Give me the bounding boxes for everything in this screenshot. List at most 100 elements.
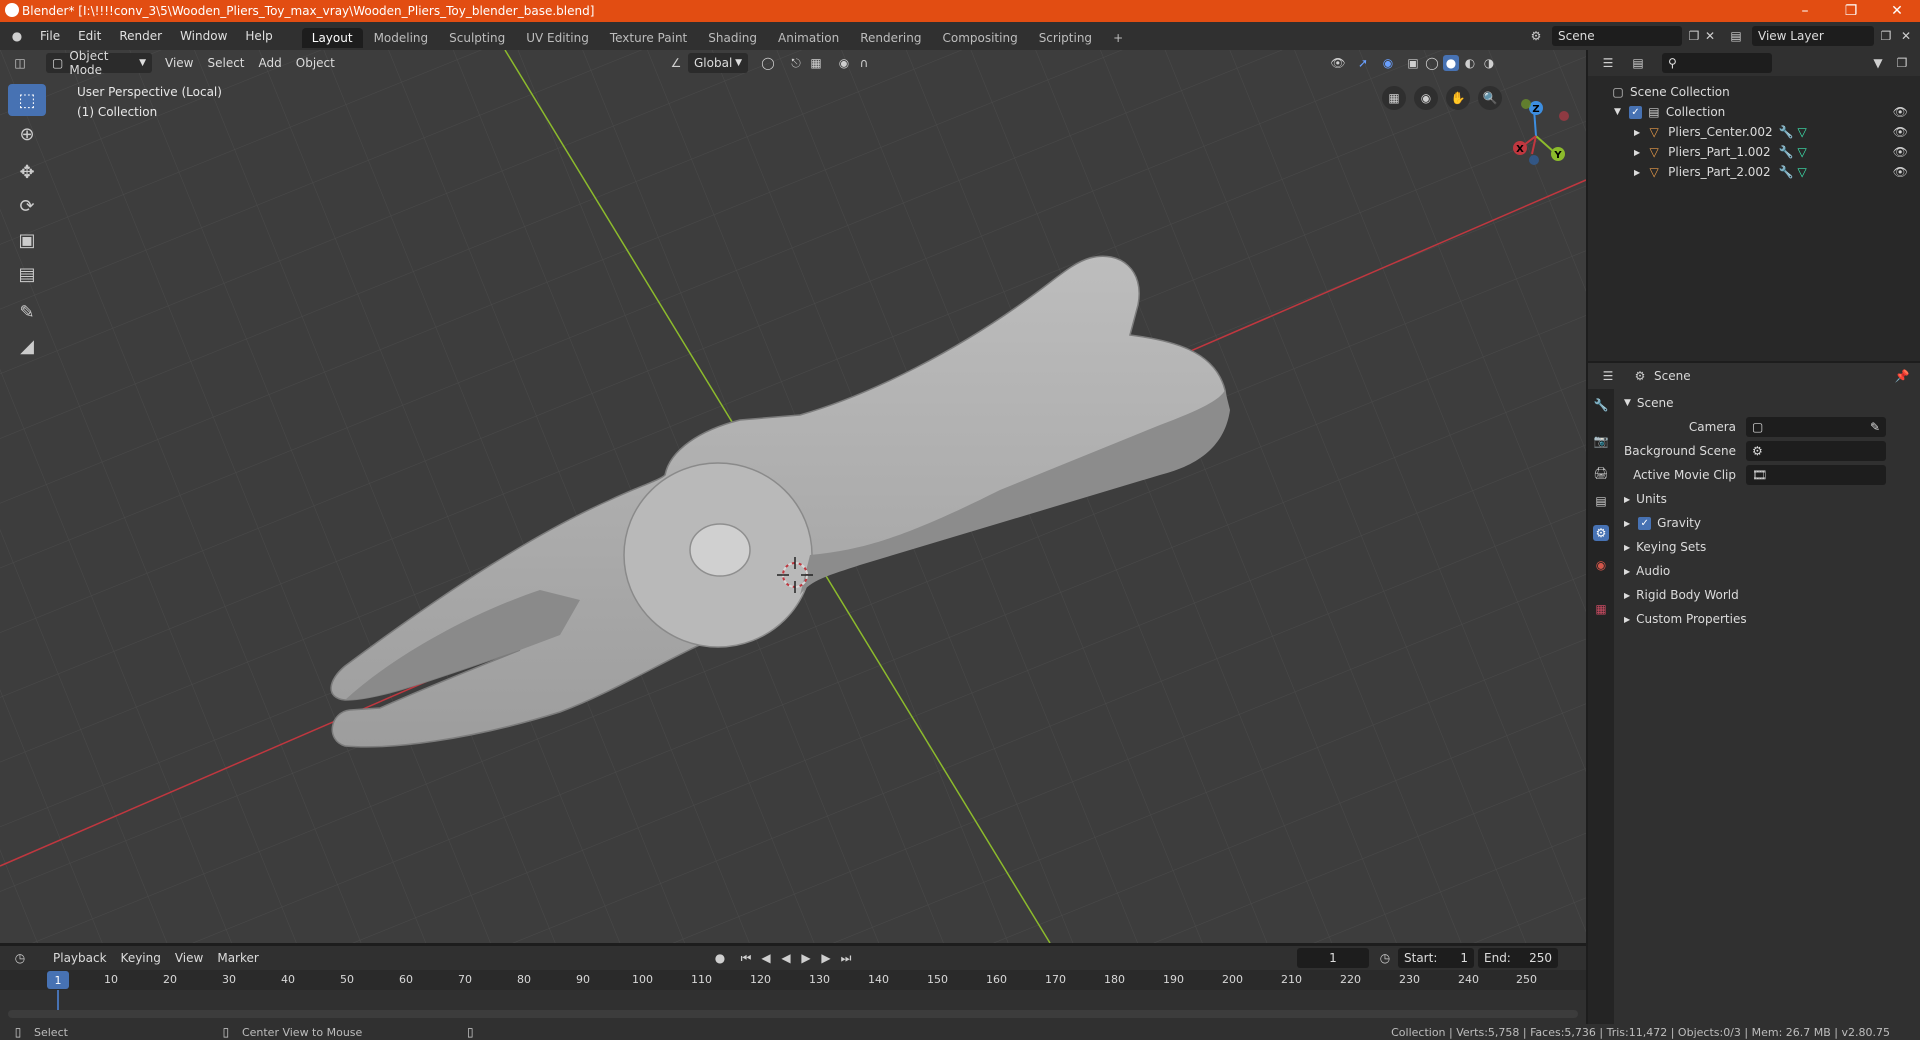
view-layer-field[interactable]: View Layer [1752,26,1874,46]
toggle-view-grid-icon[interactable]: ▦ [1382,86,1406,110]
menu-file[interactable]: File [31,29,69,43]
snap-icon[interactable]: ⎋ [788,55,804,71]
tab-animation[interactable]: Animation [768,28,849,48]
eye-icon[interactable]: 👁 [1893,125,1908,139]
menu-window[interactable]: Window [171,29,236,43]
menu-edit[interactable]: Edit [69,29,110,43]
mode-dropdown[interactable]: ▢ Object Mode ▼ [46,50,152,77]
display-mode-icon[interactable]: ▤ [1630,55,1646,71]
scene-tab-icon[interactable]: ⚙ [1593,525,1609,541]
menu-render[interactable]: Render [110,29,171,43]
filter-icon[interactable]: ▼ [1870,55,1886,71]
delete-view-layer-icon[interactable]: ✕ [1898,28,1914,44]
proportional-editing-icon[interactable]: ◉ [836,55,852,71]
tab-sculpting[interactable]: Sculpting [439,28,515,48]
select-box-tool-icon[interactable]: ⬚ [8,84,46,116]
xray-icon[interactable]: ▣ [1405,55,1421,71]
background-scene-field[interactable]: ⚙ [1746,441,1886,461]
playhead-current-frame[interactable]: 1 [47,971,69,989]
snap-target-icon[interactable]: ▦ [808,55,824,71]
overlays-icon[interactable]: ◉ [1380,55,1396,71]
new-view-layer-icon[interactable]: ❐ [1878,28,1894,44]
transform-tool-icon[interactable]: ▤ [8,258,46,290]
maximize-icon[interactable]: ❐ [1828,0,1874,22]
rigid-body-world-panel-header[interactable]: ▶ Rigid Body World [1618,583,1918,607]
add-workspace-icon[interactable]: + [1103,28,1133,48]
keying-sets-panel-header[interactable]: ▶ Keying Sets [1618,535,1918,559]
timeline-editor-icon[interactable]: ◷ [12,950,28,966]
timeline-menu-marker[interactable]: Marker [210,951,265,965]
mesh-data-icon[interactable]: ▽ [1794,164,1810,180]
timeline-scrollbar[interactable] [8,1010,1578,1018]
pivot-point-icon[interactable]: ◯ [760,55,776,71]
audio-panel-header[interactable]: ▶ Audio [1618,559,1918,583]
tree-row-scene-collection[interactable]: ▢ Scene Collection [1588,82,1920,102]
viewport-menu-select[interactable]: Select [200,56,251,70]
timeline-menu-playback[interactable]: Playback [46,951,114,965]
camera-field[interactable]: ▢ ✎ [1746,417,1886,437]
timeline-menu-view[interactable]: View [168,951,210,965]
gravity-panel-header[interactable]: ▶ ✓ Gravity [1618,511,1918,535]
menu-help[interactable]: Help [236,29,281,43]
view-layer-tab-icon[interactable]: ▤ [1593,493,1609,509]
delete-scene-icon[interactable]: ✕ [1702,28,1718,44]
output-tab-icon[interactable]: 🖨 [1593,465,1609,481]
blender-menu-icon[interactable]: ● [9,28,25,44]
pin-icon[interactable]: 📌 [1894,368,1910,384]
tree-row-collection[interactable]: ▼ ✓ ▤ Collection 👁 [1588,102,1920,122]
camera-view-icon[interactable]: ◉ [1414,86,1438,110]
gravity-checkbox[interactable]: ✓ [1638,516,1652,530]
tab-uv-editing[interactable]: UV Editing [516,28,599,48]
eyedropper-icon[interactable]: ✎ [1870,420,1880,434]
end-frame-field[interactable]: End: 250 [1478,948,1558,968]
3d-viewport[interactable]: ◫ ▢ Object Mode ▼ View Select Add Object… [0,50,1586,943]
annotate-tool-icon[interactable]: ✎ [8,296,46,328]
editor-type-icon[interactable]: ◫ [12,55,28,71]
rendered-shading-icon[interactable]: ◑ [1481,55,1497,71]
viewport-menu-add[interactable]: Add [252,56,289,70]
play-icon[interactable]: ▶ [798,950,814,966]
timeline-menu-keying[interactable]: Keying [114,951,168,965]
expand-arrow-icon[interactable]: ▼ [1614,107,1621,117]
new-collection-icon[interactable]: ❐ [1894,55,1910,71]
play-reverse-icon[interactable]: ◀ [778,950,794,966]
outliner-search-input[interactable]: ⚲ [1662,53,1772,73]
tree-row-object[interactable]: ▶ ▽ Pliers_Part_2.002 🔧 ▽ 👁 [1588,162,1920,182]
tree-row-object[interactable]: ▶ ▽ Pliers_Center.002 🔧 ▽ 👁 [1588,122,1920,142]
mesh-data-icon[interactable]: ▽ [1794,124,1810,140]
tab-modeling[interactable]: Modeling [364,28,439,48]
next-keyframe-icon[interactable]: ▶ [818,950,834,966]
modifier-wrench-icon[interactable]: 🔧 [1778,144,1794,160]
jump-start-icon[interactable]: ⏮ [738,950,754,966]
use-preview-range-icon[interactable]: ◷ [1377,950,1393,966]
minimize-icon[interactable]: – [1782,0,1828,22]
render-tab-icon[interactable]: 📷 [1593,433,1609,449]
material-shading-icon[interactable]: ◐ [1462,55,1478,71]
close-icon[interactable]: ✕ [1874,0,1920,22]
measure-tool-icon[interactable]: ◢ [8,330,46,362]
tab-layout[interactable]: Layout [301,28,363,48]
rotate-tool-icon[interactable]: ⟳ [8,190,46,222]
scale-tool-icon[interactable]: ▣ [8,224,46,256]
pan-view-hand-icon[interactable]: ✋ [1446,86,1470,110]
falloff-icon[interactable]: ∩ [856,55,872,71]
wireframe-shading-icon[interactable]: ◯ [1424,55,1440,71]
new-scene-icon[interactable]: ❐ [1686,28,1702,44]
custom-properties-panel-header[interactable]: ▶ Custom Properties [1618,607,1918,631]
prev-keyframe-icon[interactable]: ◀ [758,950,774,966]
modifier-wrench-icon[interactable]: 🔧 [1778,164,1794,180]
collection-enable-checkbox[interactable]: ✓ [1628,105,1642,119]
tool-settings-tab-icon[interactable]: 🔧 [1593,397,1609,413]
mesh-data-icon[interactable]: ▽ [1794,144,1810,160]
viewport-menu-object[interactable]: Object [289,56,342,70]
visibility-icon[interactable]: 👁 [1330,55,1346,71]
world-tab-icon[interactable]: ◉ [1593,557,1609,573]
tab-rendering[interactable]: Rendering [850,28,931,48]
expand-arrow-icon[interactable]: ▶ [1634,168,1640,177]
units-panel-header[interactable]: ▶ Units [1618,487,1918,511]
record-icon[interactable]: ● [712,950,728,966]
start-frame-field[interactable]: Start: 1 [1398,948,1474,968]
tree-row-object[interactable]: ▶ ▽ Pliers_Part_1.002 🔧 ▽ 👁 [1588,142,1920,162]
eye-icon[interactable]: 👁 [1893,165,1908,179]
properties-editor-icon[interactable]: ☰ [1600,368,1616,384]
